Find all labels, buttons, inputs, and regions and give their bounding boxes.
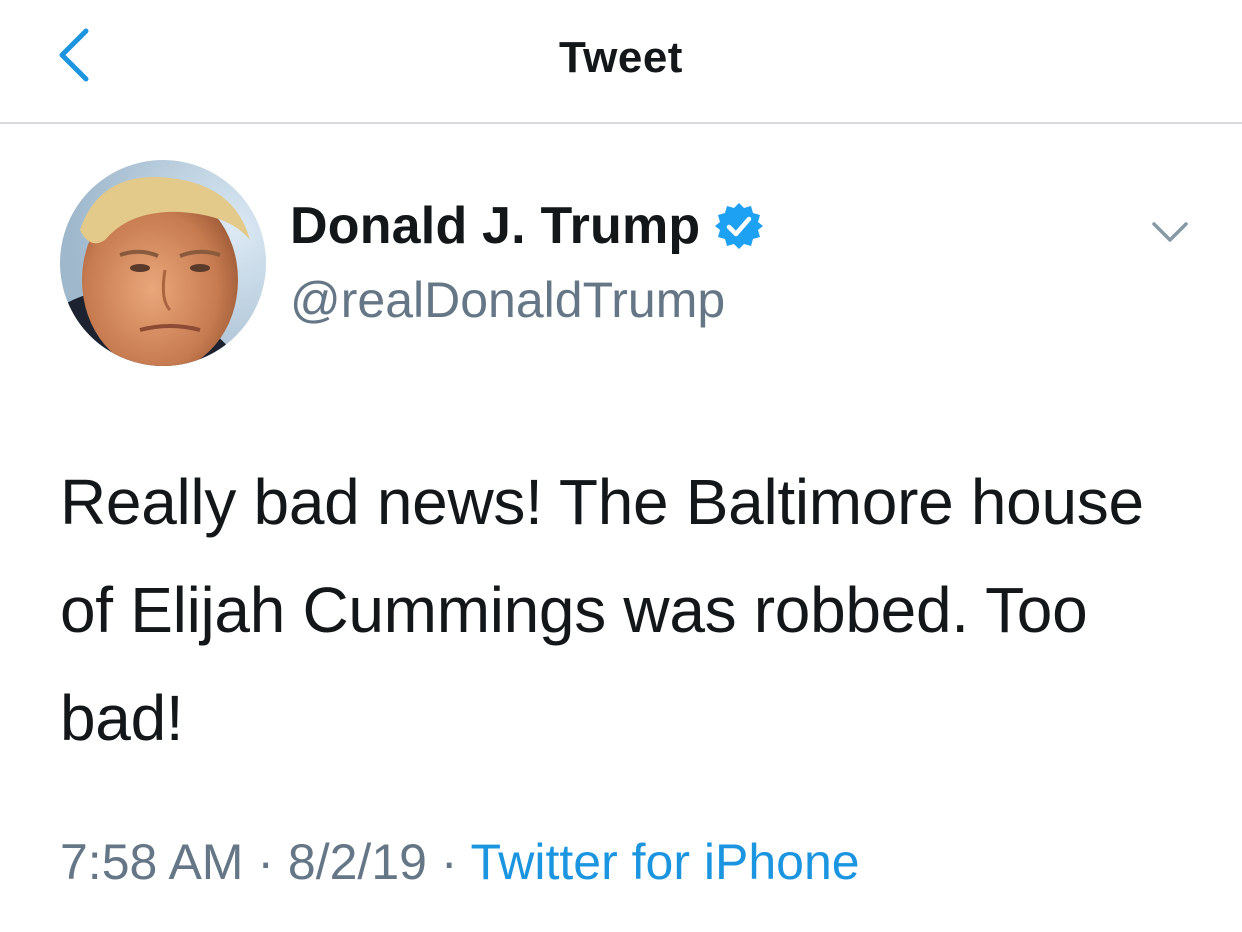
author-handle[interactable]: @realDonaldTrump [290,270,725,330]
tweet-menu-button[interactable] [1148,214,1192,250]
tweet-date: 8/2/19 [287,834,427,890]
tweet-time: 7:58 AM [60,834,244,890]
navigation-bar: Tweet [0,0,1242,124]
avatar[interactable] [60,160,266,366]
chevron-down-icon [1152,222,1188,242]
separator: · [257,834,275,890]
page-title: Tweet [559,33,683,82]
separator: · [440,834,458,890]
author-name: Donald J. Trump [290,197,701,255]
tweet-source-link[interactable]: Twitter for iPhone [471,834,860,890]
verified-badge-icon [715,203,764,249]
author-name-row[interactable]: Donald J. Trump [290,196,764,256]
profile-photo [60,160,266,366]
tweet-metadata: 7:58 AM · 8/2/19 · Twitter for iPhone [60,830,860,894]
tweet-text: Really bad news! The Baltimore house of … [60,466,1144,754]
